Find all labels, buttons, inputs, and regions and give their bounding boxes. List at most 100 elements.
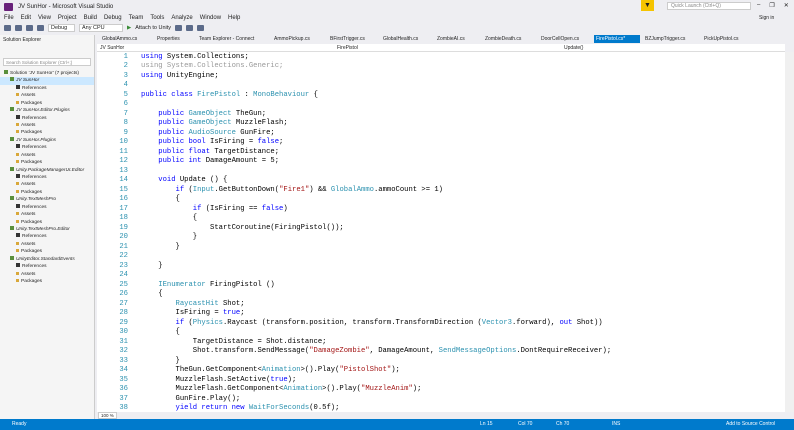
play-icon[interactable]: ▶ xyxy=(127,25,131,31)
tree-item[interactable]: UnityEditor.StandardEvents xyxy=(0,255,94,263)
save-all-icon[interactable] xyxy=(26,24,33,31)
tree-item[interactable]: Assets xyxy=(0,211,94,218)
project-dropdown[interactable]: JV SunHor xyxy=(100,45,124,51)
code-editor[interactable]: 1 using System.Collections; 2 using System.… xyxy=(97,52,785,412)
tree-item[interactable]: References xyxy=(0,174,94,181)
tree-item-label: References xyxy=(22,264,47,270)
menu-team[interactable]: Team xyxy=(129,15,144,21)
tab-properties[interactable]: Properties xyxy=(155,35,182,43)
menu-view[interactable]: View xyxy=(38,15,51,21)
tree-item[interactable]: Assets xyxy=(0,92,94,99)
tab-team-explorer-connect[interactable]: Team Explorer - Connect xyxy=(197,35,256,43)
tab-zombiedeath-cs[interactable]: ZombieDeath.cs xyxy=(483,35,523,43)
solution-search-input[interactable]: Search Solution Explorer (Ctrl+;) xyxy=(3,58,91,66)
menu-project[interactable]: Project xyxy=(58,15,77,21)
tree-item[interactable]: Unity.PackageManagerUI.Editor xyxy=(0,166,94,174)
tab-firepistol-cs[interactable]: FirePistol.cs* xyxy=(594,35,640,43)
code-token: AudioSource xyxy=(188,128,236,137)
sign-in-link[interactable]: Sign in xyxy=(759,15,774,21)
back-icon[interactable] xyxy=(4,24,11,31)
code-token: IsFiring = xyxy=(205,138,258,147)
menu-help[interactable]: Help xyxy=(228,15,240,21)
tree-item[interactable]: JV SunHor.Editor.Plugins xyxy=(0,107,94,114)
tree-item-label: References xyxy=(22,115,47,121)
folder-icon xyxy=(16,249,19,253)
close-button[interactable]: ✕ xyxy=(784,2,789,9)
tab-globalhealth-cs[interactable]: GlobalHealth.cs xyxy=(381,35,420,43)
menu-debug[interactable]: Debug xyxy=(104,15,122,21)
menu-edit[interactable]: Edit xyxy=(21,15,31,21)
feedback-filter-icon[interactable]: ▼ xyxy=(641,0,654,11)
tree-item[interactable]: Solution 'JV SunHor' (7 projects) xyxy=(0,70,94,77)
tree-item[interactable]: References xyxy=(0,203,94,211)
attach-to-unity-button[interactable]: Attach to Unity xyxy=(135,25,171,31)
tree-item[interactable]: References xyxy=(0,84,94,92)
tree-item[interactable]: Packages xyxy=(0,248,94,255)
line-number: 17 xyxy=(119,204,128,213)
code-token: WaitForSeconds xyxy=(248,404,310,412)
status-line: Ln 15 xyxy=(480,421,493,427)
tree-item[interactable]: Packages xyxy=(0,219,94,226)
tab-bzjumptrigger-cs[interactable]: BZJumpTrigger.cs xyxy=(643,35,687,43)
platform-dropdown[interactable]: Any CPU xyxy=(79,23,123,32)
menu-file[interactable]: File xyxy=(4,15,14,21)
menu-window[interactable]: Window xyxy=(200,15,221,21)
undo-icon[interactable] xyxy=(37,24,44,31)
line-number: 8 xyxy=(123,119,128,128)
tree-item[interactable]: JV SunHor xyxy=(0,77,94,85)
toolbar-icon[interactable] xyxy=(175,24,183,31)
tree-item[interactable]: References xyxy=(0,114,94,122)
tab-zombieai-cs[interactable]: ZombieAI.cs xyxy=(435,35,467,43)
menu-analyze[interactable]: Analyze xyxy=(171,15,192,21)
tab-pickuppistol-cs[interactable]: PickUpPistol.cs xyxy=(702,35,740,43)
tab-ammopickup-cs[interactable]: AmmoPickup.cs xyxy=(272,35,312,43)
tree-item-label: JV SunHor.Plugins xyxy=(16,137,57,143)
tree-item[interactable]: Packages xyxy=(0,129,94,136)
tree-item[interactable]: Assets xyxy=(0,152,94,159)
zoom-level-dropdown[interactable]: 100 % xyxy=(98,412,117,419)
restore-button[interactable]: ❐ xyxy=(769,2,774,9)
toolbar-icon[interactable] xyxy=(186,24,194,31)
vertical-scrollbar[interactable] xyxy=(785,52,794,412)
tree-item[interactable]: References xyxy=(0,144,94,151)
menu-build[interactable]: Build xyxy=(84,15,97,21)
minimize-button[interactable]: – xyxy=(757,2,760,9)
member-dropdown[interactable]: Update() xyxy=(564,45,583,51)
tree-item[interactable]: Unity.TextMeshPro.Editor xyxy=(0,226,94,233)
bookmark-icon[interactable] xyxy=(197,24,205,31)
tree-item[interactable]: Packages xyxy=(0,159,94,166)
code-token: public xyxy=(141,119,189,128)
tree-item[interactable]: Unity.TextMeshPro xyxy=(0,196,94,203)
code-token: Input xyxy=(192,185,215,194)
code-token: Vector3 xyxy=(481,318,512,327)
folder-icon xyxy=(16,271,19,275)
line-number: 20 xyxy=(119,233,128,242)
config-dropdown[interactable]: Debug xyxy=(48,23,75,32)
code-token: } xyxy=(141,261,163,270)
new-project-icon[interactable] xyxy=(15,24,22,31)
tree-item[interactable]: Packages xyxy=(0,100,94,107)
tree-item[interactable]: JV SunHor.Plugins xyxy=(0,136,94,144)
tree-item[interactable]: Packages xyxy=(0,189,94,196)
add-to-source-control-button[interactable]: Add to Source Control xyxy=(726,419,775,430)
folder-icon xyxy=(16,241,19,245)
tree-item[interactable]: Assets xyxy=(0,241,94,248)
tree-item[interactable]: Packages xyxy=(0,278,94,285)
tree-item[interactable]: Assets xyxy=(0,122,94,129)
code-token: IEnumerator xyxy=(158,280,206,289)
code-token: GameObject xyxy=(188,119,232,128)
tree-item[interactable]: References xyxy=(0,233,94,240)
folder-icon xyxy=(16,212,19,216)
quick-launch-input[interactable]: Quick Launch (Ctrl+Q) xyxy=(667,2,751,10)
menu-tools[interactable]: Tools xyxy=(150,15,164,21)
tree-item[interactable]: Assets xyxy=(0,181,94,188)
tab-doorcellopen-cs[interactable]: DoorCellOpen.cs xyxy=(539,35,581,43)
tab-bfirsttrigger-cs[interactable]: BFirstTrigger.cs xyxy=(328,35,367,43)
tree-item-label: References xyxy=(22,175,47,181)
tree-item[interactable]: Assets xyxy=(0,271,94,278)
code-token: if xyxy=(141,185,185,194)
tree-item[interactable]: References xyxy=(0,263,94,270)
class-dropdown[interactable]: FirePistol xyxy=(337,45,358,51)
code-token: Shot; xyxy=(218,299,245,308)
tab-globalammo-cs[interactable]: GlobalAmmo.cs xyxy=(100,35,139,43)
